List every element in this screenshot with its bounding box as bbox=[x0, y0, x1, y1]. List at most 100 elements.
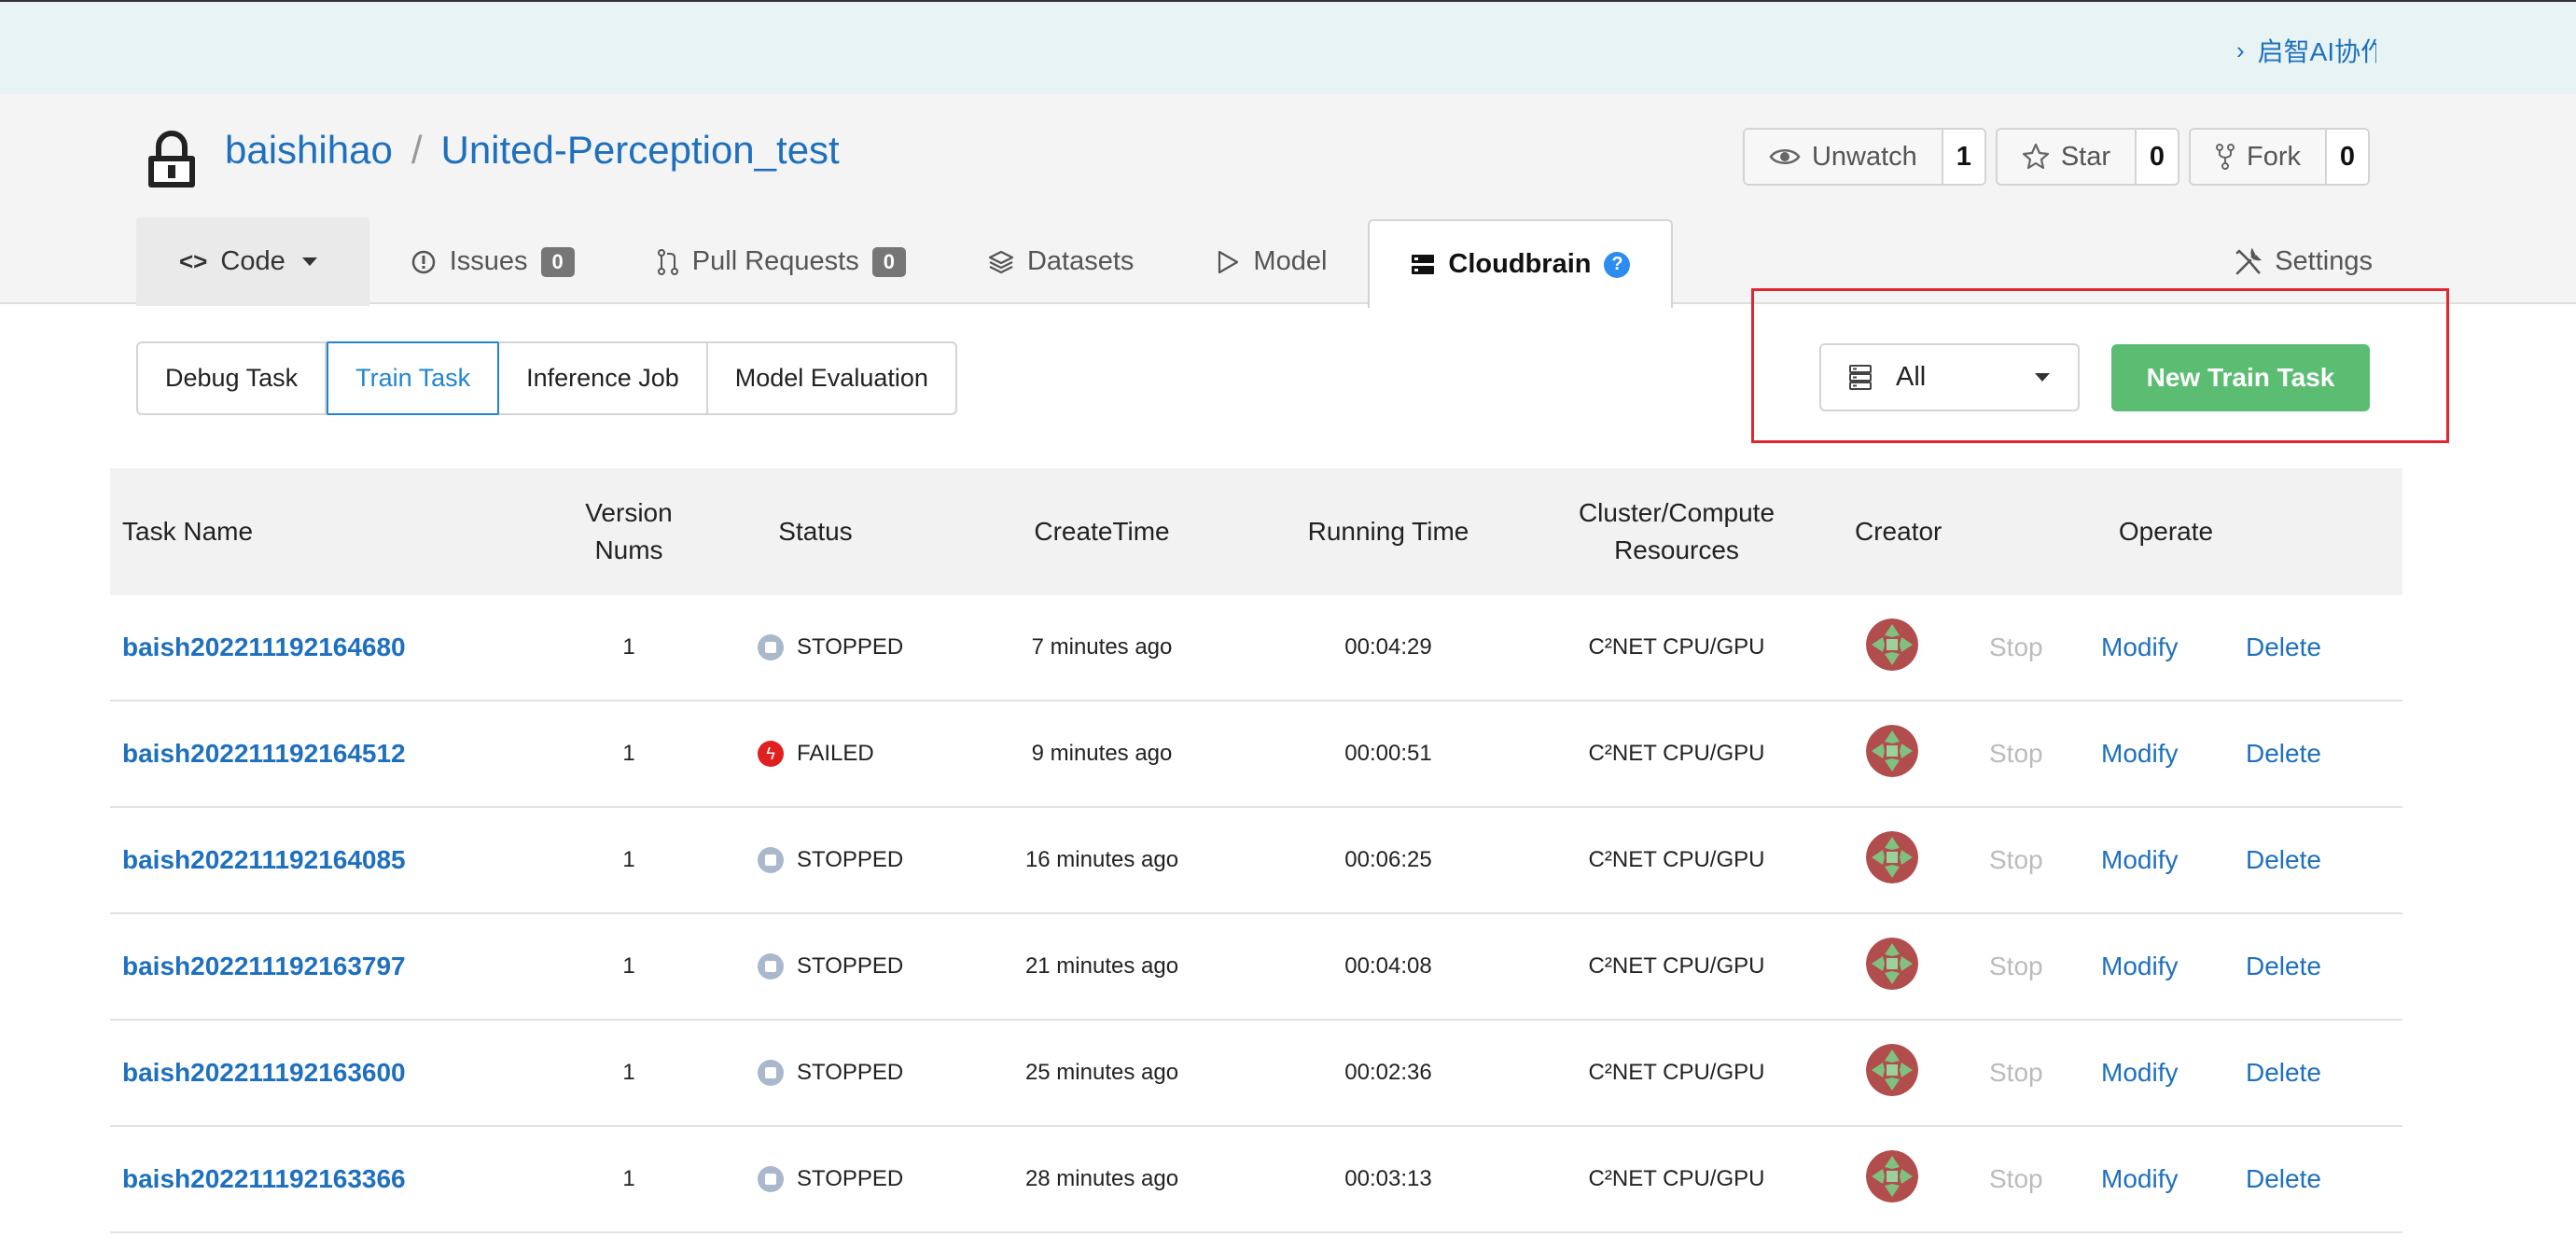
task-name-link[interactable]: baish202211192163366 bbox=[122, 1164, 406, 1193]
train-task-table: Task Name Version Nums Status CreateTime… bbox=[110, 468, 2402, 1233]
modify-button[interactable]: Modify bbox=[2101, 1164, 2246, 1194]
repo-separator: / bbox=[411, 128, 423, 172]
creator-avatar[interactable] bbox=[1866, 937, 1918, 990]
table-row: baish202211192164512 1 ϟ FAILED 9 minutes… bbox=[110, 702, 2402, 808]
watch-count[interactable]: 1 bbox=[1942, 130, 1984, 184]
tab-datasets[interactable]: Datasets bbox=[947, 217, 1175, 306]
stop-button[interactable]: Stop bbox=[1989, 952, 2101, 981]
unwatch-label: Unwatch bbox=[1811, 141, 1917, 172]
layers-icon bbox=[988, 250, 1014, 273]
subtab-model-evaluation[interactable]: Model Evaluation bbox=[708, 343, 955, 413]
failed-status-icon: ϟ bbox=[758, 741, 784, 767]
stop-button[interactable]: Stop bbox=[1989, 1164, 2101, 1194]
creator-avatar[interactable] bbox=[1866, 724, 1918, 777]
delete-button[interactable]: Delete bbox=[2246, 845, 2321, 875]
fork-count[interactable]: 0 bbox=[2327, 130, 2368, 184]
header-cluster: Cluster/Compute Resources bbox=[1498, 494, 1855, 569]
modify-button[interactable]: Modify bbox=[2101, 632, 2246, 662]
task-name-link[interactable]: baish202211192163797 bbox=[122, 952, 406, 980]
tab-pull-requests[interactable]: Pull Requests 0 bbox=[616, 217, 947, 306]
tab-model[interactable]: Model bbox=[1175, 217, 1368, 306]
cluster-filter-select[interactable]: All bbox=[1819, 343, 2080, 411]
modify-button[interactable]: Modify bbox=[2101, 952, 2246, 981]
stop-button[interactable]: Stop bbox=[1989, 739, 2101, 769]
star-label: Star bbox=[2060, 141, 2110, 172]
repo-header: baishihao / United-Perception_test Unwat… bbox=[0, 94, 2576, 308]
stopped-status-icon bbox=[758, 953, 784, 980]
task-name-link[interactable]: baish202211192163600 bbox=[122, 1058, 406, 1087]
table-header: Task Name Version Nums Status CreateTime… bbox=[110, 468, 2402, 595]
modify-button[interactable]: Modify bbox=[2101, 845, 2246, 875]
row-operations: Stop Modify Delete bbox=[1929, 845, 2402, 875]
version-nums: 1 bbox=[622, 1166, 635, 1191]
task-name-link[interactable]: baish202211192164085 bbox=[122, 845, 406, 874]
cluster-resources: C²NET CPU/GPU bbox=[1588, 634, 1765, 660]
creator-avatar[interactable] bbox=[1866, 830, 1918, 883]
modify-button[interactable]: Modify bbox=[2101, 1058, 2246, 1088]
star-icon bbox=[2022, 143, 2049, 170]
status-cell: STOPPED bbox=[705, 847, 926, 873]
status-cell: STOPPED bbox=[705, 953, 926, 980]
creator-avatar[interactable] bbox=[1866, 618, 1918, 671]
header-status: Status bbox=[778, 517, 853, 546]
task-name-link[interactable]: baish202211192164680 bbox=[122, 632, 406, 661]
code-icon: <> bbox=[179, 247, 208, 275]
stop-button[interactable]: Stop bbox=[1989, 1058, 2101, 1088]
version-nums: 1 bbox=[622, 1060, 635, 1085]
subtab-debug-task[interactable]: Debug Task bbox=[138, 343, 327, 413]
modify-button[interactable]: Modify bbox=[2101, 739, 2246, 769]
creator-avatar[interactable] bbox=[1866, 1043, 1918, 1096]
stop-button[interactable]: Stop bbox=[1989, 845, 2101, 875]
delete-button[interactable]: Delete bbox=[2246, 1058, 2321, 1088]
issue-icon bbox=[411, 250, 435, 273]
cluster-resources: C²NET CPU/GPU bbox=[1588, 1166, 1765, 1191]
table-row: baish202211192164085 1 STOPPED 16 minute… bbox=[110, 808, 2402, 914]
help-icon[interactable]: ? bbox=[1604, 251, 1631, 278]
delete-button[interactable]: Delete bbox=[2246, 739, 2321, 769]
star-button[interactable]: Star bbox=[1997, 130, 2137, 184]
repo-owner-link[interactable]: baishihao bbox=[225, 128, 393, 173]
platform-link[interactable]: › 启智AI协作平台 bbox=[2236, 32, 2376, 69]
version-nums: 1 bbox=[622, 847, 635, 872]
task-name-link[interactable]: baish202211192164512 bbox=[122, 739, 406, 768]
header-running-time: Running Time bbox=[1307, 517, 1469, 546]
lock-icon bbox=[148, 131, 195, 188]
play-icon bbox=[1218, 250, 1239, 273]
status-cell: STOPPED bbox=[705, 1060, 926, 1086]
eye-icon bbox=[1769, 149, 1801, 164]
stop-button[interactable]: Stop bbox=[1989, 632, 2101, 662]
platform-link-label: 启智AI协作平台 bbox=[2257, 37, 2376, 66]
tab-cloudbrain[interactable]: Cloudbrain ? bbox=[1368, 219, 1674, 308]
delete-button[interactable]: Delete bbox=[2246, 952, 2321, 981]
status-text: FAILED bbox=[797, 741, 874, 766]
repo-name-link[interactable]: United-Perception_test bbox=[440, 128, 839, 173]
delete-button[interactable]: Delete bbox=[2246, 1164, 2321, 1194]
caret-down-icon bbox=[2035, 373, 2050, 382]
create-time: 9 minutes ago bbox=[1031, 741, 1173, 766]
repo-actions: Unwatch 1 Star 0 Fork 0 bbox=[1742, 128, 2370, 186]
table-row: baish202211192163797 1 STOPPED 21 minute… bbox=[110, 914, 2402, 1021]
new-train-task-button[interactable]: New Train Task bbox=[2111, 344, 2370, 411]
tab-pull-requests-label: Pull Requests bbox=[691, 246, 859, 276]
delete-button[interactable]: Delete bbox=[2246, 632, 2321, 662]
header-version-nums: Version Nums bbox=[552, 494, 705, 569]
tab-model-label: Model bbox=[1253, 246, 1328, 276]
creator-avatar[interactable] bbox=[1866, 1149, 1918, 1202]
subtab-train-task[interactable]: Train Task bbox=[327, 341, 500, 415]
star-count[interactable]: 0 bbox=[2137, 130, 2178, 184]
filter-selected-value: All bbox=[1896, 362, 1927, 392]
running-time: 00:04:08 bbox=[1344, 953, 1432, 979]
tab-issues[interactable]: Issues 0 bbox=[369, 217, 616, 306]
subtab-inference-job[interactable]: Inference Job bbox=[499, 343, 708, 413]
star-group: Star 0 bbox=[1995, 128, 2179, 186]
tab-settings-label: Settings bbox=[2275, 246, 2373, 276]
status-text: STOPPED bbox=[797, 1166, 904, 1191]
issues-count-badge: 0 bbox=[540, 246, 575, 277]
pull-request-icon bbox=[657, 248, 678, 275]
unwatch-button[interactable]: Unwatch bbox=[1744, 130, 1943, 184]
status-text: STOPPED bbox=[797, 953, 904, 979]
tab-code[interactable]: <> Code bbox=[136, 217, 369, 306]
fork-button[interactable]: Fork bbox=[2191, 130, 2327, 184]
create-time: 7 minutes ago bbox=[1031, 634, 1173, 660]
create-time: 16 minutes ago bbox=[1024, 847, 1179, 872]
